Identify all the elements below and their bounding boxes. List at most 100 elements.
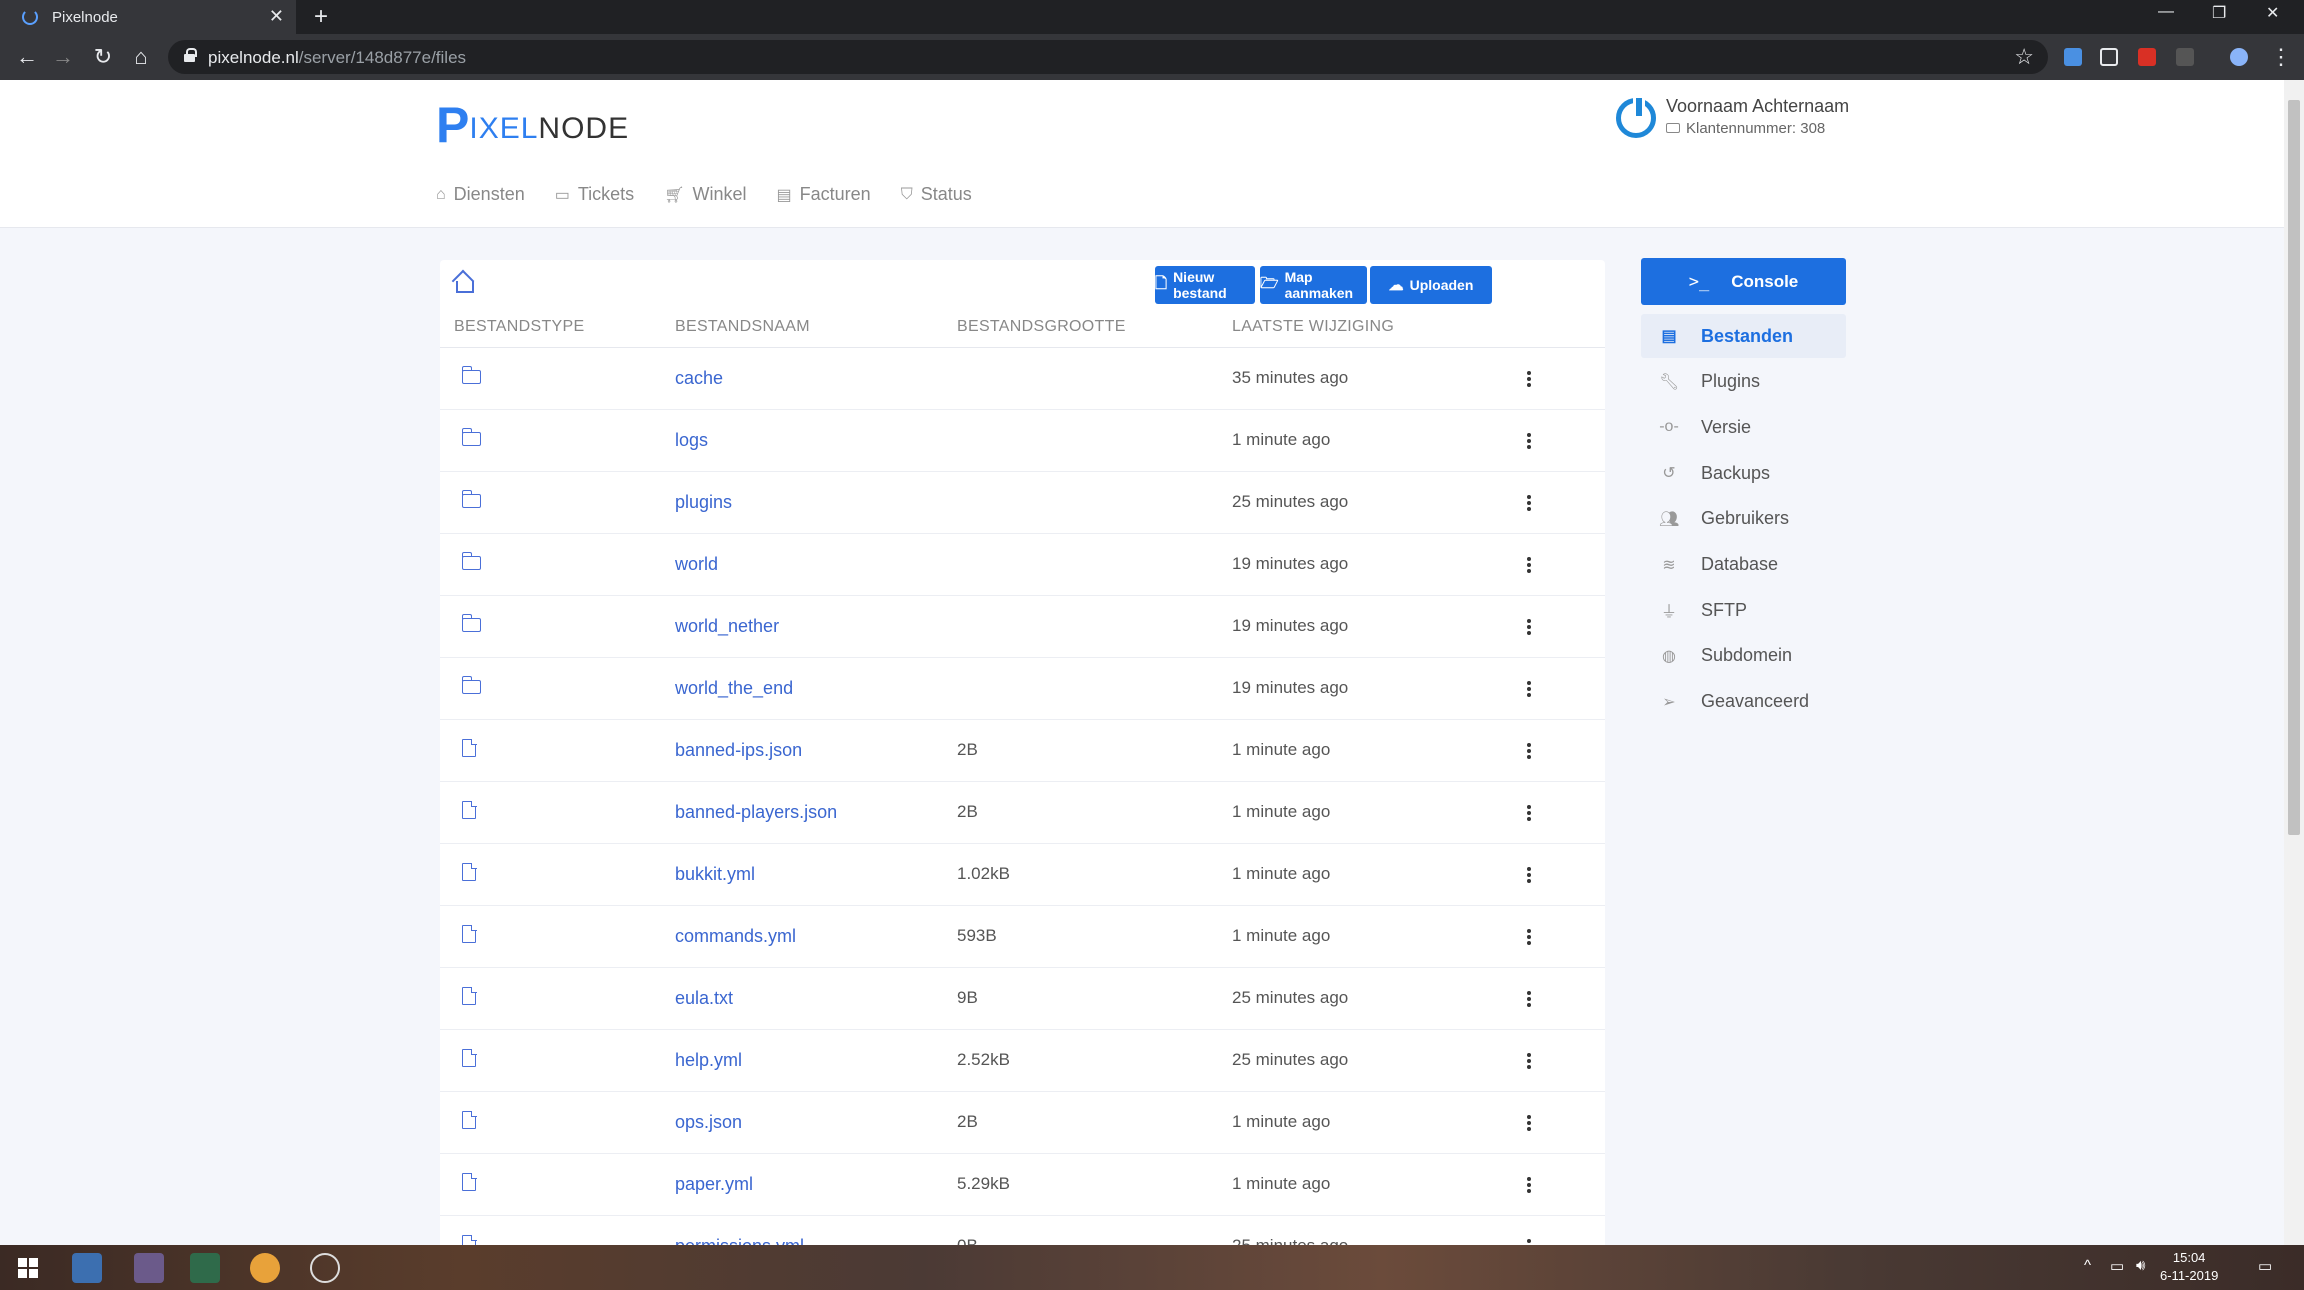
new-file-button[interactable]: 🗋︎ Nieuw bestand [1155, 266, 1255, 304]
table-row[interactable]: plugins 25 minutes ago [440, 473, 1605, 534]
more-options-icon[interactable] [1527, 1115, 1531, 1131]
file-name-link[interactable]: eula.txt [675, 988, 733, 1009]
column-header-name[interactable]: BESTANDSNAAM [675, 318, 810, 336]
home-browser-icon[interactable]: ⌂ [128, 44, 154, 70]
file-name-link[interactable]: bukkit.yml [675, 864, 755, 885]
windows-start-icon[interactable] [18, 1258, 38, 1278]
more-options-icon[interactable] [1527, 433, 1531, 449]
table-row[interactable]: commands.yml 593B 1 minute ago [440, 907, 1605, 968]
column-header-size[interactable]: BESTANDSGROOTTE [957, 318, 1126, 336]
breadcrumb-home-icon[interactable] [452, 272, 474, 293]
more-options-icon[interactable] [1527, 681, 1531, 697]
sidebar-item-plugins[interactable]: 🔧︎ Plugins [1641, 360, 1846, 404]
table-row[interactable]: world_the_end 19 minutes ago [440, 659, 1605, 720]
system-clock[interactable]: 15:04 6-11-2019 [2160, 1249, 2218, 1285]
forward-icon[interactable]: → [50, 44, 76, 70]
file-name-link[interactable]: plugins [675, 492, 732, 513]
nav-item-diensten[interactable]: ⌂ Diensten [436, 184, 525, 205]
extension-icon[interactable] [2064, 48, 2082, 66]
file-name-link[interactable]: banned-ips.json [675, 740, 802, 761]
reload-icon[interactable]: ↻ [90, 44, 116, 70]
back-icon[interactable]: ← [14, 44, 40, 70]
sidebar-item-database[interactable]: ≋ Database [1641, 543, 1846, 587]
upload-button[interactable]: ☁︎ Uploaden [1370, 266, 1492, 304]
app-icon[interactable] [310, 1253, 340, 1283]
table-row[interactable]: help.yml 2.52kB 25 minutes ago [440, 1031, 1605, 1092]
network-icon[interactable]: ▭ [2110, 1257, 2124, 1275]
table-row[interactable]: eula.txt 9B 25 minutes ago [440, 969, 1605, 1030]
extension-icon[interactable] [2176, 48, 2194, 66]
table-row[interactable]: paper.yml 5.29kB 1 minute ago [440, 1155, 1605, 1216]
more-options-icon[interactable] [1527, 495, 1531, 511]
window-close-icon[interactable]: ✕ [2266, 3, 2279, 23]
nav-item-winkel[interactable]: 🛒︎ Winkel [664, 184, 746, 205]
file-icon [462, 738, 477, 757]
new-tab-button[interactable]: + [314, 3, 328, 31]
more-options-icon[interactable] [1527, 371, 1531, 387]
more-options-icon[interactable] [1527, 929, 1531, 945]
file-name-link[interactable]: paper.yml [675, 1174, 753, 1195]
discord-app-icon[interactable] [134, 1253, 164, 1283]
profile-avatar-icon[interactable] [2230, 48, 2248, 66]
qr-extension-icon[interactable] [2100, 48, 2118, 66]
scrollbar-thumb[interactable] [2288, 100, 2300, 835]
table-row[interactable]: banned-ips.json 2B 1 minute ago [440, 721, 1605, 782]
nav-item-facturen[interactable]: ▤ Facturen [777, 184, 871, 205]
network-app-icon[interactable] [72, 1253, 102, 1283]
sidebar-item-bestanden[interactable]: ▤ Bestanden [1641, 314, 1846, 358]
tab-close-icon[interactable]: ✕ [269, 6, 284, 27]
file-name-link[interactable]: world_nether [675, 616, 779, 637]
bookmark-star-icon[interactable]: ☆ [2014, 44, 2034, 70]
file-name-link[interactable]: permissions.yml [675, 1236, 804, 1245]
table-row[interactable]: bukkit.yml 1.02kB 1 minute ago [440, 845, 1605, 906]
table-row[interactable]: logs 1 minute ago [440, 411, 1605, 472]
more-options-icon[interactable] [1527, 805, 1531, 821]
more-options-icon[interactable] [1527, 991, 1531, 1007]
more-options-icon[interactable] [1527, 557, 1531, 573]
file-name-link[interactable]: world_the_end [675, 678, 793, 699]
chrome-icon[interactable] [250, 1253, 280, 1283]
new-folder-button[interactable]: 🗁︎ Map aanmaken [1260, 266, 1367, 304]
volume-icon[interactable]: 🔊︎ [2136, 1257, 2145, 1274]
address-bar[interactable]: pixelnode.nl/server/148d877e/files ☆ [168, 40, 2048, 74]
restore-icon[interactable]: ❐ [2212, 3, 2226, 23]
more-options-icon[interactable] [1527, 1053, 1531, 1069]
table-row[interactable]: world 19 minutes ago [440, 535, 1605, 596]
table-row[interactable]: cache 35 minutes ago [440, 349, 1605, 410]
sidebar-item-backups[interactable]: ↺ Backups [1641, 451, 1846, 495]
browser-menu-icon[interactable]: ⋮ [2268, 44, 2294, 70]
sidebar-item-versie[interactable]: -o- Versie [1641, 405, 1846, 449]
table-row[interactable]: permissions.yml 0B 25 minutes ago [440, 1217, 1605, 1245]
nav-item-tickets[interactable]: ▭ Tickets [555, 184, 634, 205]
file-name-link[interactable]: commands.yml [675, 926, 796, 947]
file-name-link[interactable]: world [675, 554, 718, 575]
sidebar-item-subdomein[interactable]: ◍ Subdomein [1641, 634, 1846, 678]
adblock-icon[interactable] [2138, 48, 2156, 66]
sidebar-item-gebruikers[interactable]: 👥︎ Gebruikers [1641, 497, 1846, 541]
file-name-link[interactable]: banned-players.json [675, 802, 837, 823]
table-row[interactable]: world_nether 19 minutes ago [440, 597, 1605, 658]
app-icon[interactable] [190, 1253, 220, 1283]
browser-tab[interactable]: Pixelnode ✕ [0, 0, 296, 34]
minimize-icon[interactable]: — [2158, 3, 2174, 21]
file-name-link[interactable]: ops.json [675, 1112, 742, 1133]
file-name-link[interactable]: help.yml [675, 1050, 742, 1071]
more-options-icon[interactable] [1527, 1177, 1531, 1193]
sidebar-item-sftp[interactable]: ⏚ SFTP [1641, 588, 1846, 632]
more-options-icon[interactable] [1527, 743, 1531, 759]
file-name-link[interactable]: cache [675, 368, 723, 389]
tray-chevron-icon[interactable]: ^ [2084, 1257, 2091, 1274]
column-header-modified[interactable]: LAATSTE WIJZIGING [1232, 318, 1394, 336]
page-scrollbar[interactable] [2284, 80, 2304, 1245]
column-header-type[interactable]: BESTANDSTYPE [454, 318, 584, 336]
pixelnode-logo[interactable]: P IXELNODE [436, 100, 629, 150]
console-button[interactable]: >_ Console [1641, 258, 1846, 305]
sidebar-item-geavanceerd[interactable]: ➢ Geavanceerd [1641, 680, 1846, 724]
table-row[interactable]: ops.json 2B 1 minute ago [440, 1093, 1605, 1154]
file-name-link[interactable]: logs [675, 430, 708, 451]
more-options-icon[interactable] [1527, 867, 1531, 883]
more-options-icon[interactable] [1527, 619, 1531, 635]
table-row[interactable]: banned-players.json 2B 1 minute ago [440, 783, 1605, 844]
notifications-icon[interactable]: ▭ [2258, 1257, 2272, 1275]
nav-item-status[interactable]: ⛉ Status [901, 184, 972, 205]
